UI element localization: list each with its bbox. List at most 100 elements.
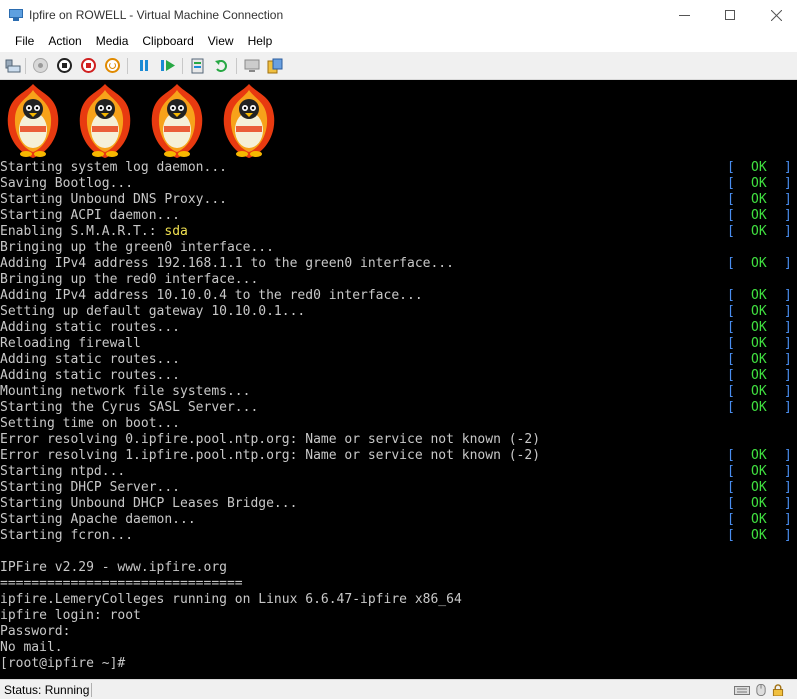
status-bracket-open: [ bbox=[727, 304, 735, 319]
console-line: Adding IPv4 address 10.10.0.4 to the red… bbox=[0, 288, 797, 304]
share-button[interactable] bbox=[266, 57, 283, 74]
ok-status: [OK] bbox=[727, 384, 795, 400]
share-icon bbox=[267, 58, 282, 73]
console-line: Starting DHCP Server... [OK] bbox=[0, 480, 797, 496]
menu-clipboard[interactable]: Clipboard bbox=[135, 30, 200, 52]
ok-label: OK bbox=[751, 256, 767, 271]
ctrl-alt-del-button[interactable] bbox=[4, 57, 21, 74]
keyboard-icon bbox=[734, 686, 750, 695]
console-line-text: IPFire v2.29 - www.ipfire.org bbox=[0, 560, 227, 575]
revert-icon bbox=[214, 59, 227, 72]
ok-label: OK bbox=[751, 480, 767, 495]
status-bracket-open: [ bbox=[727, 160, 735, 175]
power-icon bbox=[105, 58, 120, 73]
ok-label: OK bbox=[751, 368, 767, 383]
console-line-text: Starting Apache daemon... bbox=[0, 512, 196, 527]
ok-status: [OK] bbox=[727, 208, 795, 224]
checkpoint-button[interactable] bbox=[189, 57, 206, 74]
status-bracket-close: ] bbox=[784, 384, 792, 399]
ctrl-alt-del-icon bbox=[5, 59, 20, 72]
console-line-text: ipfire.LemeryColleges running on Linux 6… bbox=[0, 592, 462, 607]
status-bracket-close: ] bbox=[784, 448, 792, 463]
minimize-button[interactable] bbox=[661, 0, 707, 30]
console-line: Setting time on boot... bbox=[0, 416, 797, 432]
menu-help[interactable]: Help bbox=[241, 30, 280, 52]
console-line: Starting Unbound DHCP Leases Bridge... [O… bbox=[0, 496, 797, 512]
console-line-text: Starting the Cyrus SASL Server... bbox=[0, 400, 259, 415]
console-line-text: Adding static routes... bbox=[0, 368, 181, 383]
pause-icon bbox=[139, 60, 148, 71]
console-line-text: Saving Bootlog... bbox=[0, 176, 134, 191]
enhanced-session-button[interactable] bbox=[243, 57, 260, 74]
menu-media[interactable]: Media bbox=[89, 30, 136, 52]
console-line-text: Starting Unbound DHCP Leases Bridge... bbox=[0, 496, 298, 511]
status-bracket-close: ] bbox=[784, 512, 792, 527]
vm-console[interactable]: Starting system log daemon...[OK] Saving … bbox=[0, 80, 797, 679]
status-bracket-open: [ bbox=[727, 528, 735, 543]
ok-label: OK bbox=[751, 208, 767, 223]
status-bracket-open: [ bbox=[727, 368, 735, 383]
ok-status: [OK] bbox=[727, 288, 795, 304]
console-line: Bringing up the red0 interface... bbox=[0, 272, 797, 288]
menu-view[interactable]: View bbox=[201, 30, 241, 52]
status-bracket-open: [ bbox=[727, 320, 735, 335]
ok-label: OK bbox=[751, 528, 767, 543]
console-line-text: No mail. bbox=[0, 640, 63, 655]
status-bracket-close: ] bbox=[784, 192, 792, 207]
menu-action[interactable]: Action bbox=[41, 30, 88, 52]
console-line: IPFire v2.29 - www.ipfire.org bbox=[0, 560, 797, 576]
console-line-text: Mounting network file systems... bbox=[0, 384, 251, 399]
console-output: Starting system log daemon...[OK] Saving … bbox=[0, 160, 797, 672]
ok-label: OK bbox=[751, 304, 767, 319]
start-icon bbox=[33, 58, 48, 73]
console-line: Adding static routes... [OK] bbox=[0, 320, 797, 336]
status-bracket-open: [ bbox=[727, 176, 735, 191]
enhanced-session-icon bbox=[244, 59, 259, 72]
revert-button[interactable] bbox=[212, 57, 229, 74]
console-line-text: Adding IPv4 address 192.168.1.1 to the g… bbox=[0, 256, 454, 271]
ipfire-logo-row bbox=[0, 82, 300, 160]
turn-off-button[interactable] bbox=[56, 57, 73, 74]
console-line: Password: bbox=[0, 624, 797, 640]
console-line: Error resolving 1.ipfire.pool.ntp.org: N… bbox=[0, 448, 797, 464]
console-line-text: Starting ACPI daemon... bbox=[0, 208, 181, 223]
status-bracket-open: [ bbox=[727, 496, 735, 511]
ok-label: OK bbox=[751, 400, 767, 415]
status-bracket-close: ] bbox=[784, 368, 792, 383]
checkpoint-icon bbox=[191, 58, 203, 73]
status-bracket-open: [ bbox=[727, 384, 735, 399]
ok-status: [OK] bbox=[727, 176, 795, 192]
console-line-text: Setting time on boot... bbox=[0, 416, 181, 431]
pause-button[interactable] bbox=[135, 57, 152, 74]
console-line: ipfire.LemeryColleges running on Linux 6… bbox=[0, 592, 797, 608]
resume-button[interactable] bbox=[159, 57, 176, 74]
status-bar: Status: Running bbox=[0, 679, 797, 699]
status-bracket-close: ] bbox=[784, 256, 792, 271]
ok-status: [OK] bbox=[727, 464, 795, 480]
ok-label: OK bbox=[751, 288, 767, 303]
menu-file[interactable]: File bbox=[8, 30, 41, 52]
console-line-text: Adding static routes... bbox=[0, 352, 181, 367]
status-bracket-close: ] bbox=[784, 288, 792, 303]
minimize-icon bbox=[678, 14, 690, 16]
console-line: Starting ACPI daemon... [OK] bbox=[0, 208, 797, 224]
console-line-text: Adding static routes... bbox=[0, 320, 181, 335]
close-button[interactable] bbox=[753, 0, 797, 30]
status-bracket-open: [ bbox=[727, 224, 735, 239]
shut-down-button[interactable] bbox=[80, 57, 97, 74]
console-line-text: =============================== bbox=[0, 576, 243, 591]
status-bracket-close: ] bbox=[784, 352, 792, 367]
ok-label: OK bbox=[751, 224, 767, 239]
power-button[interactable] bbox=[104, 57, 121, 74]
start-button[interactable] bbox=[32, 57, 49, 74]
ipfire-mascot-logo bbox=[146, 82, 208, 160]
ok-status: [OK] bbox=[727, 352, 795, 368]
ok-status: [OK] bbox=[727, 192, 795, 208]
console-line-text: Starting Unbound DNS Proxy... bbox=[0, 192, 227, 207]
status-bracket-close: ] bbox=[784, 400, 792, 415]
ok-status: [OK] bbox=[727, 528, 795, 544]
maximize-button[interactable] bbox=[707, 0, 753, 30]
maximize-icon bbox=[725, 10, 735, 20]
ok-status: [OK] bbox=[727, 160, 795, 176]
